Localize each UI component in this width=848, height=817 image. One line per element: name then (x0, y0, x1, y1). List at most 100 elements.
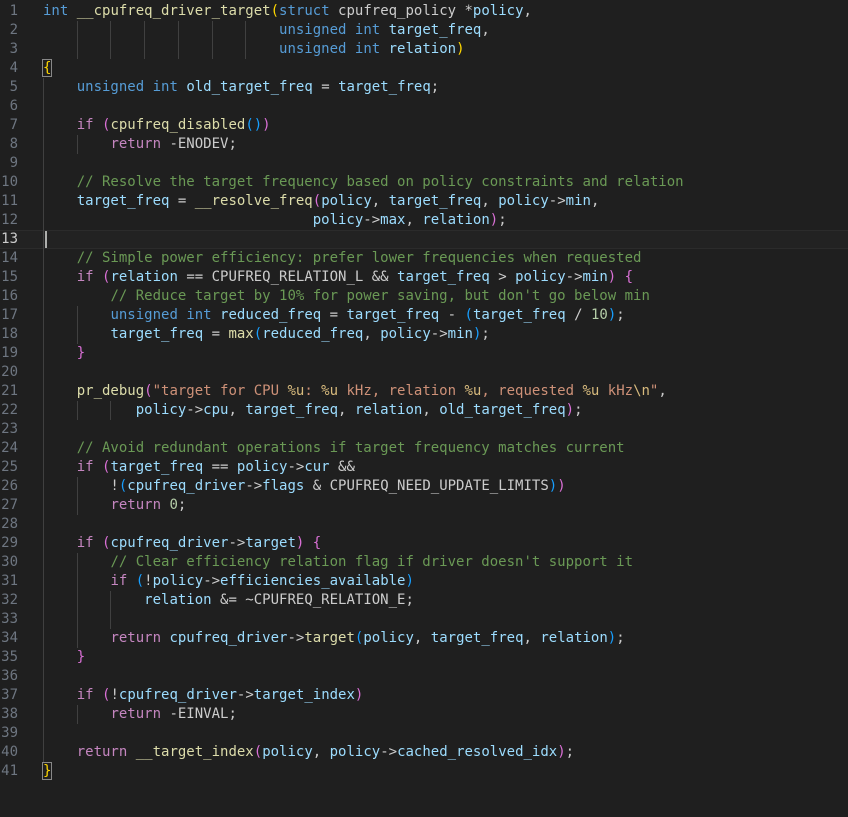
code-token: target_freq (110, 459, 204, 475)
code-token: ) (607, 269, 617, 285)
code-token: ( (144, 383, 153, 399)
code-line[interactable]: 5 unsigned int old_target_freq = target_… (0, 78, 848, 97)
code-line[interactable]: 6 (0, 97, 848, 116)
code-text: unsigned int reduced_freq = target_freq … (43, 306, 624, 325)
code-text: if (cpufreq_driver->target) { (43, 534, 322, 553)
code-line[interactable]: 7 if (cpufreq_disabled()) (0, 116, 848, 135)
code-text: // Avoid redundant operations if target … (43, 439, 625, 458)
code-line[interactable]: 36 (0, 667, 848, 686)
code-line[interactable]: 10 // Resolve the target frequency based… (0, 173, 848, 192)
code-token: unsigned (279, 41, 347, 57)
code-token: relation (540, 630, 608, 646)
code-token: - (161, 136, 178, 152)
code-token: cpufreq_disabled (110, 117, 246, 133)
code-token: ) (354, 687, 364, 703)
code-text: target_freq = __resolve_freq(policy, tar… (43, 192, 600, 211)
code-line[interactable]: 3 unsigned int relation) (0, 40, 848, 59)
code-line[interactable]: 38 return -EINVAL; (0, 705, 848, 724)
code-text: if (cpufreq_disabled()) (43, 116, 271, 135)
code-editor[interactable]: 1 int __cpufreq_driver_target(struct cpuf… (0, 0, 848, 817)
code-line[interactable]: 39 (0, 724, 848, 743)
code-token: unsigned (110, 307, 178, 323)
code-line[interactable]: 31 if (!policy->efficiencies_available) (0, 572, 848, 591)
code-token: ) (548, 478, 558, 494)
code-token: ; (574, 402, 583, 418)
code-line[interactable]: 16 // Reduce target by 10% for power sav… (0, 287, 848, 306)
code-token: , (338, 402, 355, 418)
line-number: 15 (1, 269, 18, 285)
code-token: relation (144, 592, 212, 608)
code-line[interactable]: 27 return 0; (0, 496, 848, 515)
code-line[interactable]: 2 unsigned int target_freq, (0, 21, 848, 40)
code-token: ! (110, 687, 119, 703)
code-line[interactable]: 33 (0, 610, 848, 629)
indent-guide (77, 401, 78, 420)
code-line[interactable]: 14 // Simple power efficiency: prefer lo… (0, 249, 848, 268)
line-number: 36 (1, 668, 18, 684)
code-token: ( (270, 3, 280, 19)
code-line[interactable]: 28 (0, 515, 848, 534)
code-line[interactable]: 19 } (0, 344, 848, 363)
code-line[interactable]: 4{ (0, 59, 848, 78)
code-token: , (413, 630, 431, 646)
code-line[interactable]: 9 (0, 154, 848, 173)
code-token: target (304, 630, 355, 646)
code-line[interactable]: 41} (0, 762, 848, 781)
code-token: if (76, 687, 94, 703)
line-number: 3 (9, 41, 18, 57)
code-token: policy (236, 459, 288, 475)
code-token: policy (363, 630, 414, 646)
code-token: && (363, 269, 398, 285)
code-token: min (565, 193, 591, 209)
code-token: { (312, 535, 322, 551)
code-line[interactable]: 26 !(cpufreq_driver->flags & CPUFREQ_NEE… (0, 477, 848, 496)
code-text: return __target_index(policy, policy->ca… (43, 743, 574, 762)
code-line[interactable]: 20 (0, 363, 848, 382)
code-token: -> (186, 402, 204, 418)
code-line[interactable]: 22 policy->cpu, target_freq, relation, o… (0, 401, 848, 420)
code-line[interactable]: 18 target_freq = max(reduced_freq, polic… (0, 325, 848, 344)
code-token: reduced_freq (220, 307, 322, 323)
code-token: , (590, 193, 600, 209)
code-token: "target for CPU (152, 383, 288, 399)
code-line[interactable]: 12 policy->max, relation); (0, 211, 848, 230)
code-line[interactable]: 29 if (cpufreq_driver->target) { (0, 534, 848, 553)
code-line[interactable]: 23 (0, 420, 848, 439)
code-line[interactable]: 15 if (relation == CPUFREQ_RELATION_L &&… (0, 268, 848, 287)
code-token: , (312, 744, 330, 760)
code-token: ! (144, 573, 153, 589)
code-token: \n (633, 383, 650, 399)
indent-guide (110, 21, 111, 59)
code-line[interactable]: 17 unsigned int reduced_freq = target_fr… (0, 306, 848, 325)
code-line[interactable]: 8 return -ENODEV; (0, 135, 848, 154)
code-line[interactable]: 32 relation &= ~CPUFREQ_RELATION_E; (0, 591, 848, 610)
line-number: 37 (1, 687, 18, 703)
code-line[interactable]: 40 return __target_index(policy, policy-… (0, 743, 848, 762)
code-line[interactable]: 24 // Avoid redundant operations if targ… (0, 439, 848, 458)
code-line[interactable]: 13 (0, 230, 848, 249)
code-line[interactable]: 25 if (target_freq == policy->cur && (0, 458, 848, 477)
line-number: 28 (1, 516, 18, 532)
text-cursor (45, 231, 47, 248)
code-line[interactable]: 37 if (!cpufreq_driver->target_index) (0, 686, 848, 705)
code-line[interactable]: 35 } (0, 648, 848, 667)
code-token: policy (152, 573, 204, 589)
code-line[interactable]: 11 target_freq = __resolve_freq(policy, … (0, 192, 848, 211)
code-line[interactable]: 34 return cpufreq_driver->target(policy,… (0, 629, 848, 648)
code-token: ) (262, 117, 271, 133)
code-line[interactable]: 1 int __cpufreq_driver_target(struct cpuf… (0, 2, 848, 21)
code-line[interactable]: 21 pr_debug("target for CPU %u: %u kHz, … (0, 382, 848, 401)
code-token: ( (253, 744, 263, 760)
code-text: return -ENODEV; (43, 135, 236, 154)
code-text: policy->cpu, target_freq, relation, old_… (43, 401, 583, 420)
code-token: %u (464, 383, 482, 399)
line-number: 31 (1, 573, 18, 589)
code-line[interactable]: 30 // Clear efficiency relation flag if … (0, 553, 848, 572)
line-number: 20 (1, 364, 18, 380)
code-token: ! (43, 478, 119, 494)
